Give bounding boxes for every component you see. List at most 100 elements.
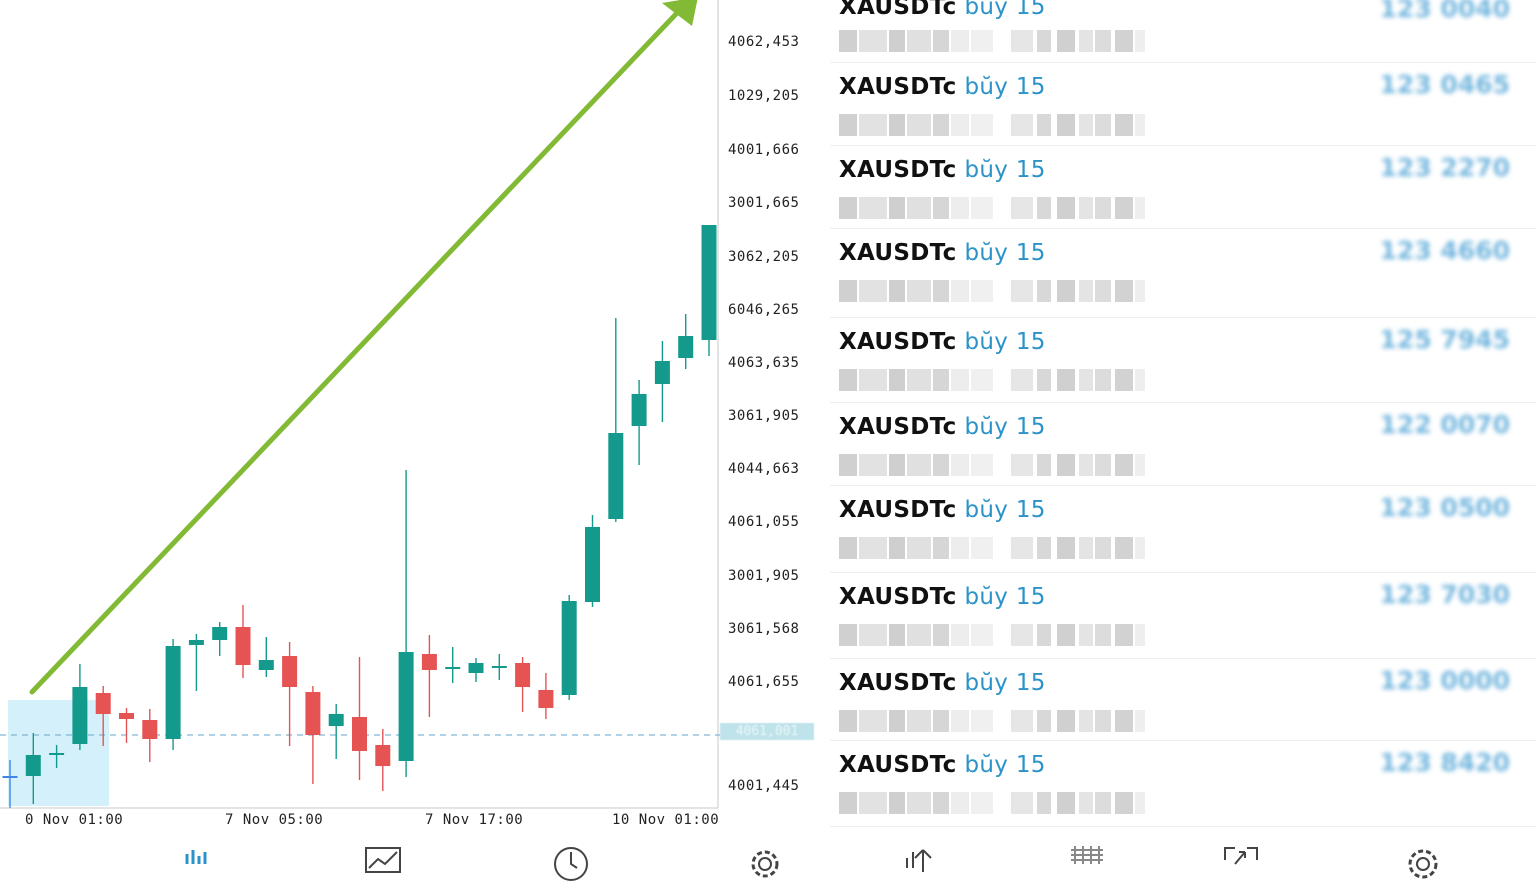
nav-item-trade-arrow[interactable] [890,834,950,872]
candle[interactable] [468,658,484,682]
candle[interactable] [352,657,367,780]
candle-body [72,687,88,744]
redacted-block [1037,197,1051,219]
candle[interactable] [631,380,647,465]
redacted-block [1037,369,1051,391]
redacted-block [1079,197,1093,219]
position-profit: 123 8420 [1379,748,1510,777]
candle-body [608,433,624,519]
position-symbol: XAUSDTc [839,240,957,266]
nav-item-quotes[interactable] [170,834,230,864]
candle[interactable] [421,635,437,717]
redacted-block [1079,792,1093,814]
nav-item-preferences-gear[interactable] [1392,834,1452,879]
nav-item-expand[interactable] [1210,834,1270,865]
position-profit: 123 0465 [1379,70,1510,99]
position-row[interactable]: XAUSDTc bŭy 15 123 2270 [830,145,1536,229]
position-row[interactable]: XAUSDTc bŭy 15 125 7945 [830,317,1536,403]
candle[interactable] [375,729,391,791]
candle[interactable] [678,314,694,369]
candle[interactable] [188,634,204,691]
candle[interactable] [235,605,251,678]
position-row[interactable]: XAUSDTc bŭy 15 123 4660 [830,228,1536,318]
redacted-block [1037,624,1051,646]
candle[interactable] [72,664,88,750]
redacted-block [1037,280,1051,302]
redacted-block [839,624,857,646]
expand-icon [1224,847,1258,865]
position-row[interactable]: XAUSDTc bŭy 15 123 7030 [830,572,1536,659]
position-title: XAUSDTc bŭy 15 [839,74,1046,100]
position-row[interactable]: XAUSDTc bŭy 15 123 0000 [830,658,1536,741]
redacted-block [1115,114,1133,136]
candle-body [258,660,274,670]
redacted-block [1135,197,1145,219]
price-axis-label: 6046,265 [728,302,800,318]
candle[interactable] [119,708,134,743]
candle[interactable] [654,341,670,422]
position-row[interactable]: XAUSDTc bŭy 15 123 8420 [830,740,1536,827]
position-row[interactable]: XAUSDTc bŭy 15 123 0465 [830,62,1536,146]
position-type-volume: bŭy 15 [964,752,1046,778]
candle[interactable] [398,470,414,777]
candle-body [398,652,414,761]
position-row[interactable]: XAUSDTc bŭy 15 122 0070 [830,402,1536,486]
candle[interactable] [701,225,717,356]
candle-body [561,601,577,695]
price-axis-label: 4001,666 [728,142,800,158]
candle[interactable] [445,647,461,683]
candle[interactable] [515,657,531,712]
redacted-block [889,369,905,391]
candle-body [585,527,600,602]
position-row[interactable]: XAUSDTc bŭy 15 123 0500 [830,485,1536,573]
candle-body [491,666,507,668]
candle[interactable] [538,673,554,719]
price-axis-label: 4062,453 [728,34,800,50]
redacted-block [951,197,969,219]
redacted-block [933,454,949,476]
redacted-block [1011,197,1033,219]
position-row[interactable]: XAUSDTc bŭy 15 123 0040 [830,0,1536,63]
candle[interactable] [212,622,228,656]
candle[interactable] [328,704,344,759]
price-chart-panel[interactable]: 4062,453 1029,205 4001,666 3001,665 3062,205… [0,0,830,834]
candle-body [142,720,158,739]
candlestick-chart[interactable] [0,0,830,834]
position-title: XAUSDTc bŭy 15 [839,414,1046,440]
candle[interactable] [561,595,577,700]
redacted-block [839,30,857,52]
candle[interactable] [282,642,298,746]
redacted-block [889,30,905,52]
candle[interactable] [142,709,158,762]
candle[interactable] [491,654,507,680]
candle-body [25,755,41,776]
candle[interactable] [305,686,321,784]
redacted-block [971,710,993,732]
open-positions-list[interactable]: XAUSDTc bŭy 15 123 0040 XAUSDTc bŭy 15 123 04… [830,0,1536,834]
redacted-block [1115,30,1133,52]
position-profit: 123 0040 [1379,0,1510,23]
price-axis-label: 3061,905 [728,408,800,424]
redacted-block [1115,624,1133,646]
candle[interactable] [165,639,181,750]
nav-item-history-clock[interactable] [540,834,600,881]
candle[interactable] [608,318,624,522]
nav-item-chart[interactable] [352,834,412,873]
redacted-block [971,792,993,814]
redacted-block [839,197,857,219]
redacted-block [1115,280,1133,302]
position-type-volume: bŭy 15 [964,74,1046,100]
candle[interactable] [585,515,600,607]
redacted-block [1037,537,1051,559]
nav-item-calendar-grid[interactable] [1056,834,1116,864]
redacted-block [859,710,887,732]
price-axis-label: 1029,205 [728,88,800,104]
redacted-block [1057,369,1075,391]
candle[interactable] [258,637,274,677]
trend-arrow-line[interactable] [29,11,679,695]
nav-item-settings-gear[interactable] [734,834,794,878]
redacted-block [1011,30,1033,52]
redacted-block [951,454,969,476]
redacted-block [1095,30,1111,52]
redacted-block [1079,624,1093,646]
